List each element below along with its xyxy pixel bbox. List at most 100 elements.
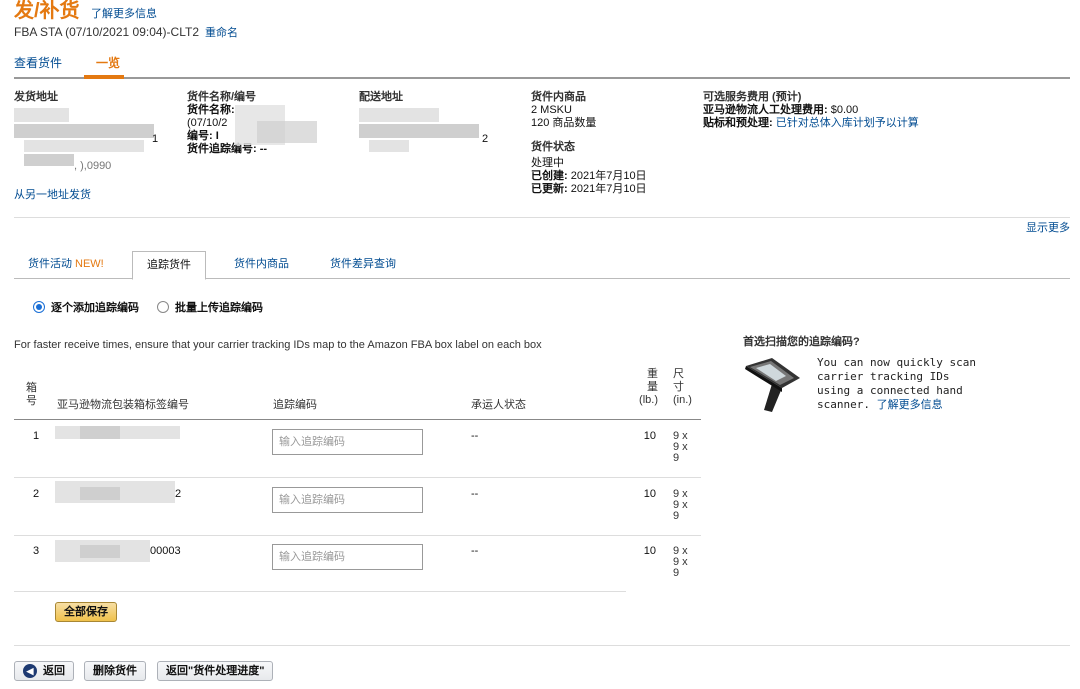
tab-active-indicator <box>84 75 124 79</box>
save-all-button[interactable]: 全部保存 <box>55 602 117 622</box>
label-id-fragment: 2 <box>175 488 182 500</box>
back-button[interactable]: ◀ 返回 <box>14 661 74 681</box>
address-fragment: , ),0990 <box>74 160 112 172</box>
box-dimensions: 9 x9 x9 <box>673 546 688 579</box>
redacted-block <box>80 545 120 558</box>
redacted-block <box>24 154 74 166</box>
header-text: 号 <box>26 395 37 407</box>
carrier-status: -- <box>471 488 479 500</box>
box-weight: 10 <box>643 488 656 500</box>
header-text: 箱 <box>26 382 37 394</box>
learn-more-link[interactable]: 了解更多信息 <box>91 5 157 21</box>
redacted-block <box>359 108 439 122</box>
back-button-label: 返回 <box>43 665 65 677</box>
tab-summary[interactable]: 一览 <box>96 54 120 71</box>
row-divider <box>14 591 626 592</box>
updated-label: 已更新: <box>531 183 568 195</box>
prep-fee-label: 贴标和预处理: <box>703 117 773 129</box>
contents-label: 货件内商品 <box>531 91 586 103</box>
tab-reconcile[interactable]: 货件差异查询 <box>316 251 410 279</box>
updated-line: 已更新: 2021年7月10日 <box>531 183 691 196</box>
carrier-status: -- <box>471 545 479 557</box>
redacted-block <box>80 487 120 500</box>
status-label: 货件状态 <box>531 141 575 153</box>
info-divider <box>14 217 1070 218</box>
header-label-id: 亚马逊物流包装箱标签编号 <box>57 399 189 411</box>
tracking-id-input[interactable] <box>272 429 423 455</box>
tracking-id-input[interactable] <box>272 487 423 513</box>
created-label: 已创建: <box>531 170 568 182</box>
box-number: 2 <box>33 488 40 500</box>
redacted-block <box>14 124 154 138</box>
fees-column: 可选服务费用 (预计) 亚马逊物流人工处理费用: $0.00 贴标和预处理: 已… <box>703 91 1033 130</box>
tracking-mode-options: 逐个添加追踪编码 批量上传追踪编码 <box>33 299 281 315</box>
label-id-fragment: 00003 <box>150 545 181 557</box>
row-divider <box>14 535 701 536</box>
scanner-panel-text: You can now quickly scan carrier trackin… <box>817 356 977 412</box>
carrier-status: -- <box>471 430 479 442</box>
shipment-id-text: FBA STA (07/10/2021 09:04)-CLT2 <box>14 25 199 39</box>
ship-to-column: 配送地址 2 <box>359 91 509 164</box>
address-fragment: 1 <box>152 133 159 145</box>
prep-fee-line: 贴标和预处理: 已针对总体入库计划予以计算 <box>703 117 1033 130</box>
address-fragment: 2 <box>482 133 489 145</box>
show-more-link[interactable]: 显示更多 <box>1026 219 1070 235</box>
back-arrow-icon: ◀ <box>23 664 37 678</box>
box-number: 1 <box>33 430 40 442</box>
labor-fee-value: $0.00 <box>830 104 859 116</box>
header-text: (lb.) <box>639 394 658 406</box>
box-weight: 10 <box>643 430 656 442</box>
redacted-block <box>14 108 69 122</box>
contents-column: 货件内商品 2 MSKU 120 商品数量 货件状态 处理中 已创建: 2021… <box>531 91 691 196</box>
new-badge: NEW! <box>75 258 104 270</box>
tab-shipment-contents[interactable]: 货件内商品 <box>220 251 303 279</box>
ship-to-address: 2 <box>359 104 509 164</box>
row-divider <box>14 477 701 478</box>
rename-link[interactable]: 重命名 <box>205 27 238 39</box>
tab-view-shipment[interactable]: 查看货件 <box>14 54 62 71</box>
ship-from-column: 发货地址 1 , ),0990 从另一地址发货 <box>14 91 174 202</box>
tab-shipment-activity[interactable]: 货件活动 NEW! <box>14 251 118 279</box>
tab-underline <box>14 77 1070 79</box>
box-dimensions: 9 x9 x9 <box>673 431 688 464</box>
redacted-block <box>369 140 409 152</box>
msku-count: 2 MSKU <box>531 104 572 116</box>
redacted-block <box>257 121 317 143</box>
prep-fee-link[interactable]: 已针对总体入库计划予以计算 <box>776 117 919 129</box>
ship-from-label: 发货地址 <box>14 91 58 103</box>
ship-from-other-address-link[interactable]: 从另一地址发货 <box>14 189 174 202</box>
header-text: 寸 <box>673 381 684 393</box>
header-text: 尺 <box>673 368 684 380</box>
redacted-block <box>80 426 120 439</box>
created-line: 已创建: 2021年7月10日 <box>531 170 691 183</box>
created-date: 2021年7月10日 <box>570 170 647 182</box>
radio-one-by-one[interactable] <box>33 301 45 313</box>
box-number: 3 <box>33 545 40 557</box>
updated-date: 2021年7月10日 <box>570 183 647 195</box>
table-header-divider <box>14 419 701 420</box>
fees-label: 可选服务费用 (预计) <box>703 91 802 103</box>
labor-fee-line: 亚马逊物流人工处理费用: $0.00 <box>703 104 1033 117</box>
hand-scanner-icon <box>745 358 800 412</box>
header-text: (in.) <box>673 394 692 406</box>
return-progress-button[interactable]: 返回"货件处理进度" <box>157 661 274 681</box>
status-value: 处理中 <box>531 157 564 169</box>
dimension-value: 9 <box>673 452 680 464</box>
header-carrier-status: 承运人状态 <box>471 399 526 411</box>
labor-fee-label: 亚马逊物流人工处理费用: <box>703 104 828 116</box>
tab-track-shipment[interactable]: 追踪货件 <box>132 251 206 280</box>
tracking-id-input[interactable] <box>272 544 423 570</box>
header-box-number: 箱号 <box>26 382 37 408</box>
dimension-value: 9 <box>673 510 680 522</box>
shipment-subtitle: FBA STA (07/10/2021 09:04)-CLT2 重命名 <box>14 24 238 40</box>
tracking-hint: For faster receive times, ensure that yo… <box>14 339 542 351</box>
dimension-value: 9 <box>673 567 680 579</box>
redacted-block <box>24 140 144 152</box>
ship-from-address: 1 , ),0990 <box>14 104 174 174</box>
radio-one-by-one-label[interactable]: 逐个添加追踪编码 <box>51 299 139 315</box>
scanner-learn-more-link[interactable]: 了解更多信息 <box>877 399 943 411</box>
delete-shipment-button[interactable]: 删除货件 <box>84 661 146 681</box>
header-text: 量 <box>647 381 658 393</box>
radio-bulk-upload-label[interactable]: 批量上传追踪编码 <box>175 299 263 315</box>
radio-bulk-upload[interactable] <box>157 301 169 313</box>
